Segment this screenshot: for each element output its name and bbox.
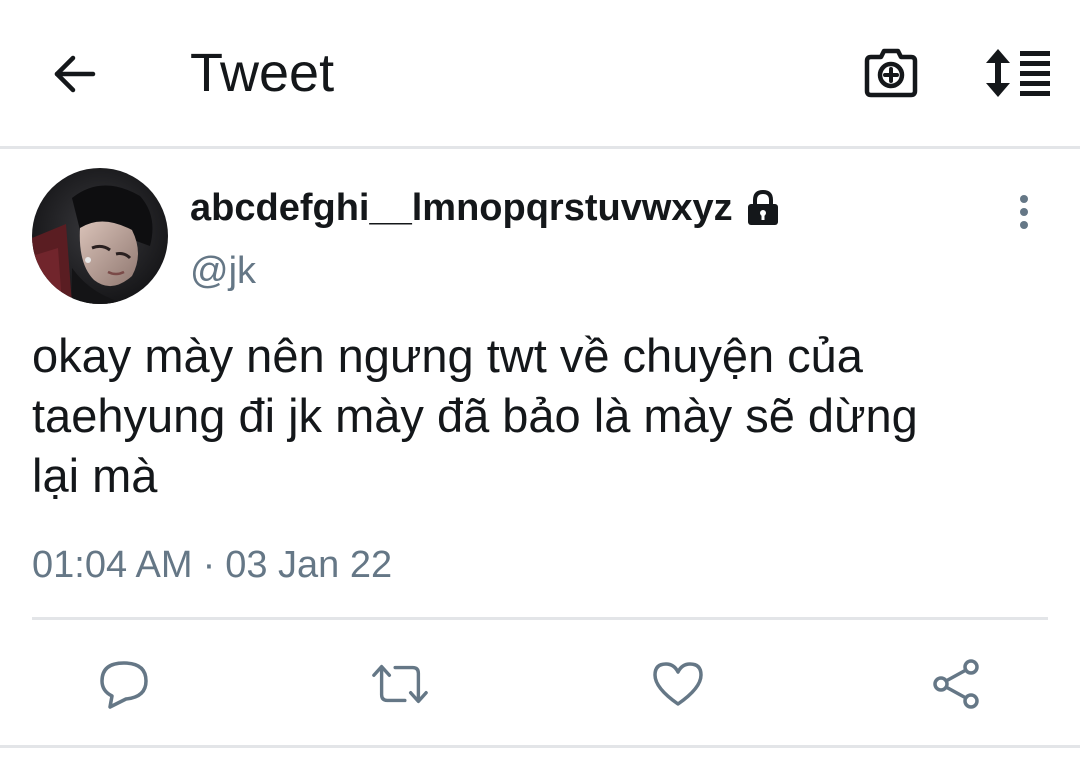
share-icon xyxy=(933,659,979,709)
camera-add-icon xyxy=(864,48,918,98)
more-vertical-icon xyxy=(1020,195,1028,229)
author-name-row[interactable]: abcdefghi__lmnopqrstuvwxyz xyxy=(190,182,783,234)
tweet-date: 03 Jan 22 xyxy=(225,544,393,586)
user-handle[interactable]: @jk xyxy=(190,246,256,296)
reply-icon xyxy=(100,661,148,709)
avatar[interactable] xyxy=(32,168,168,304)
more-options-button[interactable] xyxy=(1000,188,1048,236)
sort-list-icon xyxy=(986,49,1050,97)
header-divider xyxy=(0,146,1080,149)
like-button[interactable] xyxy=(648,654,708,714)
tweet-time: 01:04 AM xyxy=(32,544,193,586)
arrow-left-icon xyxy=(54,55,96,93)
profile-photo xyxy=(32,168,168,304)
bottom-divider xyxy=(0,745,1080,748)
tweet-text: okay mày nên ngưng twt về chuyện của tae… xyxy=(32,329,918,502)
top-app-bar: Tweet xyxy=(0,0,1080,146)
timestamp-separator: · xyxy=(202,544,216,586)
back-button[interactable] xyxy=(44,44,104,104)
like-icon xyxy=(653,662,703,706)
page-title: Tweet xyxy=(190,43,335,103)
reply-button[interactable] xyxy=(94,654,154,714)
retweet-button[interactable] xyxy=(370,654,430,714)
camera-button[interactable] xyxy=(858,42,924,104)
display-name: abcdefghi__lmnopqrstuvwxyz xyxy=(190,186,733,229)
lock-icon xyxy=(743,188,783,228)
share-button[interactable] xyxy=(926,654,986,714)
sort-button[interactable] xyxy=(980,42,1056,104)
content-divider xyxy=(32,617,1048,620)
retweet-icon xyxy=(372,664,428,704)
tweet-timestamp: 01:04 AM · 03 Jan 22 xyxy=(32,540,392,590)
